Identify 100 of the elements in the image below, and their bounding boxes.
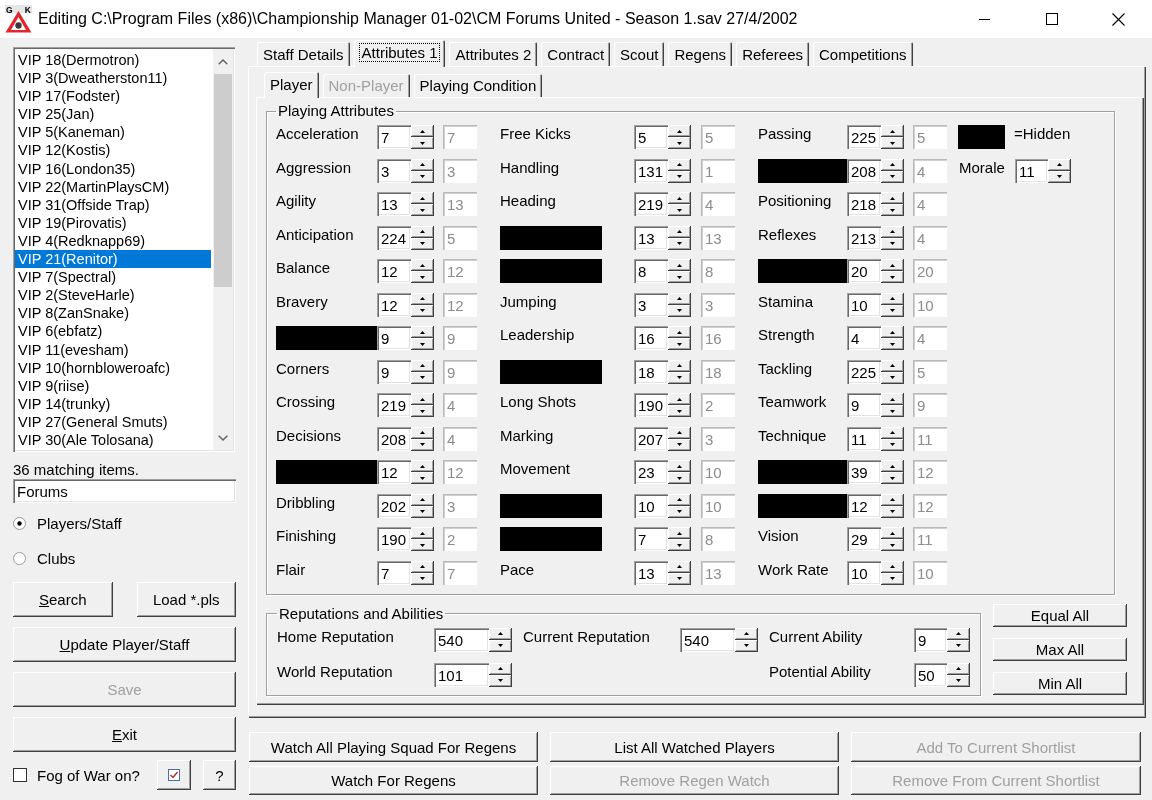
spin-up-button[interactable]: [668, 426, 691, 439]
spin-down-button[interactable]: [411, 271, 434, 283]
list-item[interactable]: VIP 16(London35): [15, 159, 211, 178]
list-item[interactable]: VIP 30(Ale Tolosana): [15, 430, 211, 450]
readonly-field[interactable]: 9: [443, 359, 477, 384]
number-field[interactable]: 10: [847, 560, 881, 585]
readonly-field[interactable]: 3: [701, 292, 735, 317]
spin-down-button[interactable]: [881, 204, 904, 216]
number-field[interactable]: 10: [847, 292, 881, 317]
radio-button[interactable]: Clubs: [13, 548, 76, 568]
number-field[interactable]: 224: [377, 225, 411, 250]
number-field[interactable]: 219: [377, 393, 411, 417]
spin-up-button[interactable]: [668, 359, 691, 372]
number-field[interactable]: 7: [634, 527, 668, 551]
update-button[interactable]: Update Player/Staff: [13, 627, 236, 662]
tab[interactable]: Attributes 2: [449, 42, 538, 66]
list-item[interactable]: VIP 27(General Smuts): [15, 412, 211, 431]
list-item[interactable]: VIP 11(evesham): [15, 340, 211, 359]
spin-down-button[interactable]: [411, 137, 434, 149]
spin-down-button[interactable]: [668, 271, 691, 283]
list-item[interactable]: VIP 4(Redknapp69): [15, 231, 211, 251]
list-item[interactable]: VIP 22(MartinPlaysCM): [15, 177, 211, 196]
spin-down-button[interactable]: [668, 137, 691, 149]
spin-up-button[interactable]: [411, 225, 434, 238]
spin-up-button[interactable]: [735, 627, 758, 640]
number-field[interactable]: 9: [914, 627, 947, 652]
number-field[interactable]: 208: [847, 158, 881, 183]
list-item[interactable]: VIP 17(Fodster): [15, 87, 211, 106]
number-field[interactable]: 12: [377, 460, 411, 484]
list-item[interactable]: VIP 3(Dweatherston11): [15, 69, 211, 88]
equal-all-button[interactable]: Equal All: [993, 603, 1127, 627]
spin-up-button[interactable]: [668, 493, 691, 506]
max-all-button[interactable]: Max All: [993, 637, 1127, 661]
spin-up-button[interactable]: [668, 259, 691, 271]
number-field[interactable]: 218: [847, 192, 881, 216]
number-field[interactable]: 16: [634, 326, 668, 350]
spin-down-button[interactable]: [881, 338, 904, 350]
number-field[interactable]: 5: [634, 125, 668, 149]
list-item[interactable]: VIP 31(Offside Trap): [15, 195, 211, 214]
number-field[interactable]: 540: [434, 627, 489, 652]
list-item[interactable]: VIP 25(Jan): [15, 105, 211, 124]
spin-up-button[interactable]: [947, 662, 970, 675]
list-item[interactable]: VIP 7(Spectral): [15, 268, 211, 287]
action-button[interactable]: List All Watched Players: [550, 732, 839, 762]
list-item[interactable]: VIP 19(Pirovatis): [15, 213, 211, 232]
number-field[interactable]: 219: [634, 192, 668, 216]
spin-down-button[interactable]: [411, 338, 434, 350]
spin-down-button[interactable]: [668, 204, 691, 216]
number-field[interactable]: 225: [847, 359, 881, 384]
number-field[interactable]: 3: [634, 292, 668, 317]
spin-up-button[interactable]: [668, 460, 691, 472]
tab[interactable]: Staff Details: [257, 42, 350, 66]
number-field[interactable]: 131: [634, 158, 668, 183]
spin-up-button[interactable]: [411, 359, 434, 372]
number-field[interactable]: 9: [847, 393, 881, 417]
list-item[interactable]: VIP 12(Kostis): [15, 141, 211, 160]
min-all-button[interactable]: Min All: [993, 671, 1127, 695]
spin-up-button[interactable]: [668, 326, 691, 338]
search-field[interactable]: Forums: [13, 479, 236, 503]
spin-down-button[interactable]: [668, 539, 691, 551]
number-field[interactable]: 202: [377, 493, 411, 518]
number-field[interactable]: 213: [847, 225, 881, 250]
spin-up-button[interactable]: [668, 192, 691, 204]
number-field[interactable]: 11: [847, 426, 881, 451]
spin-up-button[interactable]: [411, 158, 434, 171]
list-item[interactable]: VIP 21(Renitor): [15, 250, 211, 269]
list-item[interactable]: VIP 6(ebfatz): [15, 322, 211, 341]
number-field[interactable]: 7: [377, 125, 411, 149]
spin-down-button[interactable]: [411, 405, 434, 417]
tab[interactable]: Scout: [614, 42, 665, 66]
number-field[interactable]: 39: [847, 460, 881, 484]
sub-tab[interactable]: Player: [264, 72, 319, 98]
readonly-field[interactable]: 5: [701, 125, 735, 149]
scrollbar[interactable]: [213, 49, 233, 450]
number-field[interactable]: 18: [634, 359, 668, 384]
spin-down-button[interactable]: [411, 539, 434, 551]
readonly-field[interactable]: 3: [701, 426, 735, 451]
spin-up-button[interactable]: [881, 326, 904, 338]
spin-up-button[interactable]: [411, 527, 434, 539]
number-field[interactable]: 225: [847, 125, 881, 149]
spin-down-button[interactable]: [881, 405, 904, 417]
spin-up-button[interactable]: [668, 527, 691, 539]
tick-box-button[interactable]: [157, 760, 191, 790]
spin-up-button[interactable]: [411, 460, 434, 472]
spin-up-button[interactable]: [881, 225, 904, 238]
number-field[interactable]: 8: [634, 259, 668, 283]
number-field[interactable]: 7: [377, 560, 411, 585]
number-field[interactable]: 190: [634, 393, 668, 417]
spin-down-button[interactable]: [668, 405, 691, 417]
spin-up-button[interactable]: [411, 426, 434, 439]
spin-up-button[interactable]: [668, 292, 691, 305]
number-field[interactable]: 3: [377, 158, 411, 183]
number-field[interactable]: 540: [680, 627, 735, 652]
number-field[interactable]: 13: [377, 192, 411, 216]
spin-up-button[interactable]: [668, 393, 691, 405]
spin-up-button[interactable]: [411, 560, 434, 573]
list-item[interactable]: VIP 5(Kaneman): [15, 123, 211, 142]
spin-up-button[interactable]: [881, 393, 904, 405]
spin-up-button[interactable]: [411, 192, 434, 204]
list-item[interactable]: VIP 14(trunky): [15, 394, 211, 413]
